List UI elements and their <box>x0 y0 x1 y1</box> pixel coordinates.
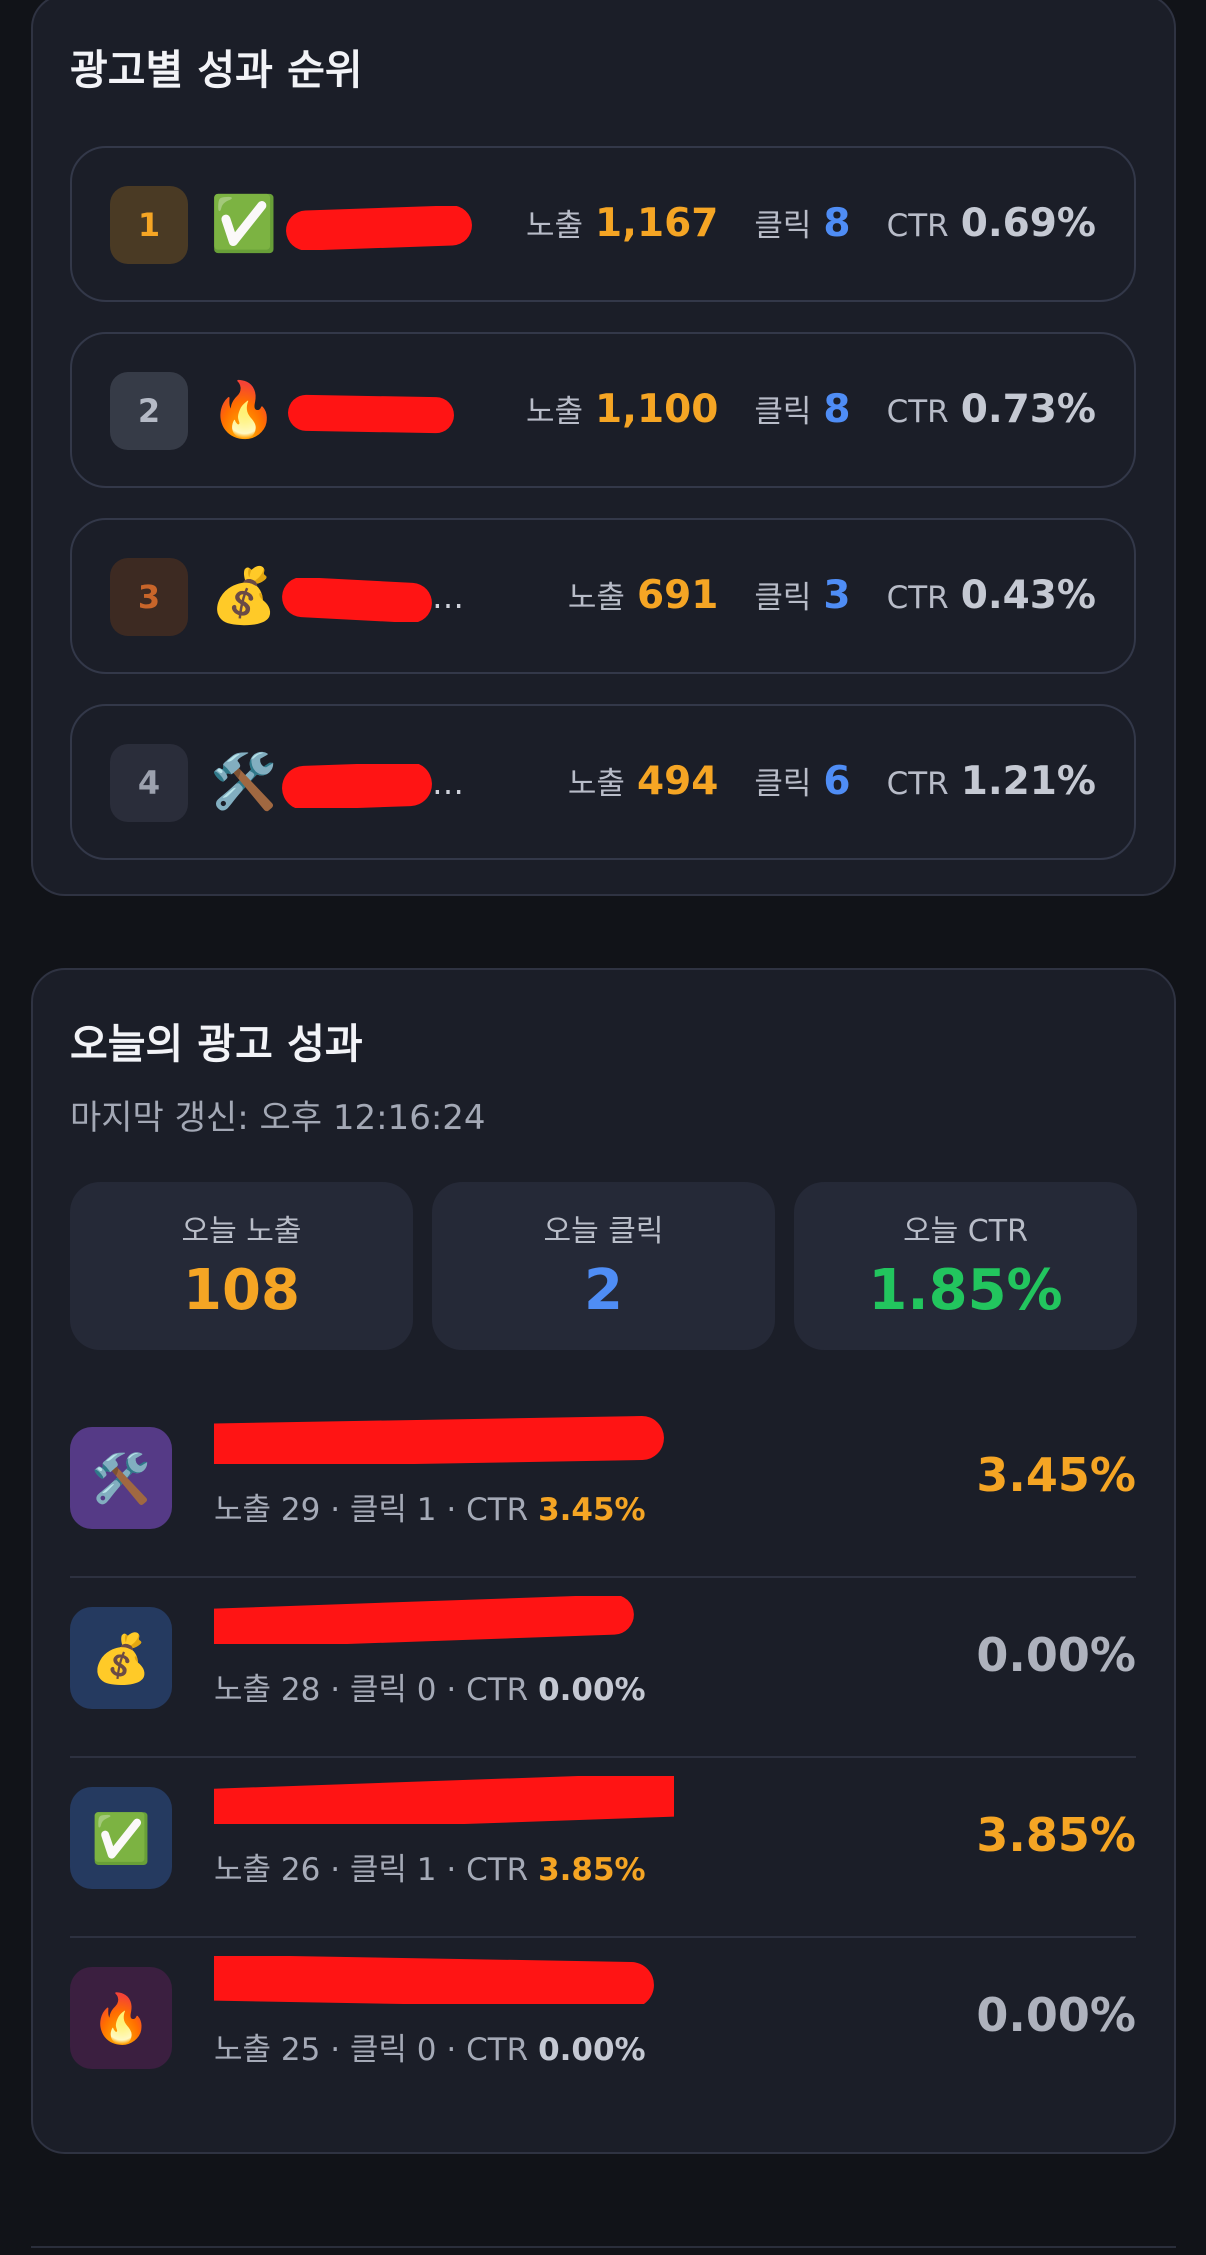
clicks-label: 클릭 <box>754 766 812 802</box>
ad-name <box>282 392 472 436</box>
kpi-value: 2 <box>584 1258 623 1323</box>
divider <box>31 2246 1176 2248</box>
ad-title <box>214 1776 674 1824</box>
ad-stats: 노출 494 클릭 6 CTR 1.21% <box>568 758 1096 810</box>
impressions-label: 노출 <box>525 394 583 430</box>
kpi-impressions: 오늘 노출 108 <box>70 1182 413 1350</box>
list-item[interactable]: 🔥 노출 25 · 클릭 0 · CTR 0.00% 0.00% <box>70 1928 1136 2108</box>
check-icon: ✅ <box>70 1787 172 1889</box>
ad-stats: 노출 691 클릭 3 CTR 0.43% <box>568 572 1096 624</box>
clicks-value: 8 <box>823 201 851 246</box>
impressions-value: 494 <box>636 759 719 804</box>
list-item[interactable]: 💰 노출 28 · 클릭 0 · CTR 0.00% 0.00% <box>70 1568 1136 1748</box>
ctr-value: 0.43% <box>960 573 1096 618</box>
ctr-value: 1.21% <box>960 759 1096 804</box>
ranking-title: 광고별 성과 순위 <box>70 46 363 94</box>
ctr-value: 0.69% <box>960 201 1096 246</box>
clicks-label: 클릭 <box>754 394 812 430</box>
ctr-label: CTR <box>886 580 949 616</box>
ad-meta: 노출 25 · 클릭 0 · CTR 0.00% <box>214 2032 646 2068</box>
impressions-value: 691 <box>636 573 719 618</box>
ad-ctr: 3.85% <box>976 1808 1136 1862</box>
ranking-row[interactable]: 3 💰 … 노출 691 클릭 3 CTR 0.43% <box>70 518 1136 674</box>
ad-ctr: 3.45% <box>976 1448 1136 1502</box>
ctr-label: CTR <box>886 394 949 430</box>
impressions-label: 노출 <box>525 208 583 244</box>
kpi-label: 오늘 노출 <box>181 1214 302 1249</box>
clicks-value: 3 <box>823 573 851 618</box>
impressions-label: 노출 <box>567 580 625 616</box>
ad-meta: 노출 29 · 클릭 1 · CTR 3.45% <box>214 1492 646 1528</box>
ranking-row[interactable]: 2 🔥 노출 1,100 클릭 8 CTR 0.73% <box>70 332 1136 488</box>
ctr-label: CTR <box>886 766 949 802</box>
ranking-row[interactable]: 4 🛠️ … 노출 494 클릭 6 CTR 1.21% <box>70 704 1136 860</box>
kpi-value: 1.85% <box>868 1258 1063 1323</box>
tools-icon: 🛠️ <box>70 1427 172 1529</box>
kpi-clicks: 오늘 클릭 2 <box>432 1182 775 1350</box>
ad-title <box>214 1416 674 1464</box>
ad-title <box>214 1956 674 2004</box>
rank-badge: 3 <box>110 558 188 636</box>
list-item[interactable]: 🛠️ 노출 29 · 클릭 1 · CTR 3.45% 3.45% <box>70 1388 1136 1568</box>
ad-meta: 노출 26 · 클릭 1 · CTR 3.85% <box>214 1852 646 1888</box>
ad-ctr: 0.00% <box>976 1628 1136 1682</box>
kpi-ctr: 오늘 CTR 1.85% <box>794 1182 1137 1350</box>
ad-meta: 노출 28 · 클릭 0 · CTR 0.00% <box>214 1672 646 1708</box>
rank-badge: 2 <box>110 372 188 450</box>
ad-title <box>214 1596 674 1644</box>
ad-ctr: 0.00% <box>976 1988 1136 2042</box>
kpi-label: 오늘 CTR <box>903 1214 1028 1249</box>
today-title: 오늘의 광고 성과 <box>70 1020 363 1068</box>
impressions-label: 노출 <box>567 766 625 802</box>
ad-stats: 노출 1,167 클릭 8 CTR 0.69% <box>526 200 1096 252</box>
rank-badge: 1 <box>110 186 188 264</box>
ranking-row[interactable]: 1 ✅ 노출 1,167 클릭 8 CTR 0.69% <box>70 146 1136 302</box>
fire-icon: 🔥 <box>210 378 278 441</box>
clicks-value: 8 <box>823 387 851 432</box>
kpi-label: 오늘 클릭 <box>543 1214 664 1249</box>
ad-name <box>282 206 472 250</box>
today-performance-card: 오늘의 광고 성과 마지막 갱신: 오후 12:16:24 오늘 노출 108 … <box>31 968 1176 2154</box>
list-item[interactable]: ✅ 노출 26 · 클릭 1 · CTR 3.85% 3.85% <box>70 1748 1136 1928</box>
clicks-value: 6 <box>823 759 851 804</box>
ad-name: … <box>282 764 472 808</box>
tools-icon: 🛠️ <box>210 750 278 813</box>
money-bag-icon: 💰 <box>210 564 278 627</box>
ctr-label: CTR <box>886 208 949 244</box>
money-bag-icon: 💰 <box>70 1607 172 1709</box>
fire-icon: 🔥 <box>70 1967 172 2069</box>
ad-ranking-card: 광고별 성과 순위 1 ✅ 노출 1,167 클릭 8 CTR 0.69% 2 … <box>31 0 1176 896</box>
ctr-value: 0.73% <box>960 387 1096 432</box>
impressions-value: 1,167 <box>595 201 719 246</box>
check-icon: ✅ <box>210 192 278 255</box>
ad-name: … <box>282 578 472 622</box>
impressions-value: 1,100 <box>595 387 719 432</box>
last-updated: 마지막 갱신: 오후 12:16:24 <box>70 1098 486 1138</box>
rank-badge: 4 <box>110 744 188 822</box>
kpi-value: 108 <box>183 1258 300 1323</box>
ad-stats: 노출 1,100 클릭 8 CTR 0.73% <box>526 386 1096 438</box>
clicks-label: 클릭 <box>754 208 812 244</box>
clicks-label: 클릭 <box>754 580 812 616</box>
